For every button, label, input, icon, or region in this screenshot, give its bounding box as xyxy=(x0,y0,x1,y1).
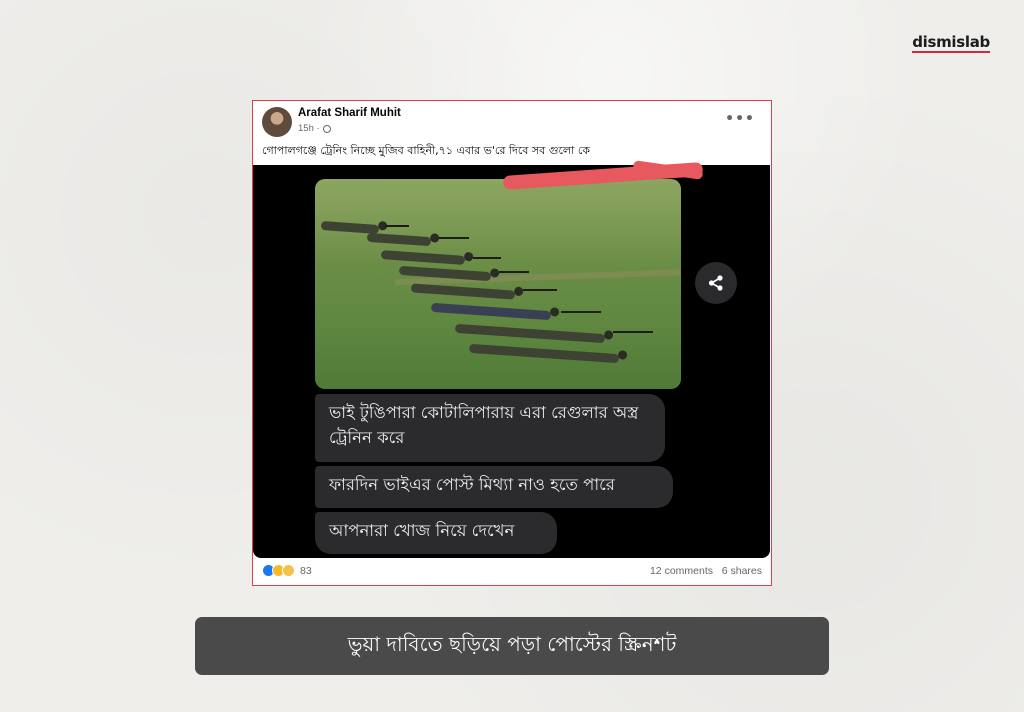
author-name[interactable]: Arafat Sharif Muhit xyxy=(298,107,401,119)
reactions[interactable]: 83 xyxy=(262,564,312,577)
soldier-figure xyxy=(430,302,552,321)
sad-reaction-icon xyxy=(282,564,295,577)
post-caption: গোপালগঞ্জে ট্রেনিং নিচ্ছে মুজিব বাহিনী,৭… xyxy=(262,144,590,157)
facebook-post: Arafat Sharif Muhit 15h · ••• গোপালগঞ্জে… xyxy=(252,100,772,586)
post-media[interactable]: ভাই টুঙিপারা কোটালিপারায় এরা রেগুলার অস… xyxy=(253,160,770,558)
share-icon xyxy=(708,275,723,291)
post-meta: 15h · xyxy=(298,123,331,134)
brand-logo: dismislab xyxy=(912,33,990,53)
caption-banner: ভুয়া দাবিতে ছড়িয়ে পড়া পোস্টের স্ক্রি… xyxy=(195,617,829,675)
reaction-count: 83 xyxy=(300,564,312,577)
chat-message: আপনারা খোজ নিয়ে দেখেন xyxy=(315,512,557,554)
soldier-figure xyxy=(454,323,606,344)
avatar[interactable] xyxy=(262,107,292,137)
comments-count[interactable]: 12 comments xyxy=(650,565,713,577)
training-photo xyxy=(315,179,681,389)
post-footer: 83 12 comments 6 shares xyxy=(253,557,771,585)
shares-count[interactable]: 6 shares xyxy=(722,565,762,577)
globe-icon xyxy=(322,124,331,133)
soldier-figure xyxy=(410,283,516,300)
chat-message: ফারদিন ভাইএর পোস্ট মিথ্যা নাও হতে পারে xyxy=(315,466,673,508)
share-button[interactable] xyxy=(695,262,737,304)
post-header: Arafat Sharif Muhit 15h · ••• গোপালগঞ্জে… xyxy=(253,101,771,161)
chat-message: ভাই টুঙিপারা কোটালিপারায় এরা রেগুলার অস… xyxy=(315,394,665,462)
soldier-figure xyxy=(468,343,620,364)
post-time[interactable]: 15h · xyxy=(298,123,320,134)
more-horizontal-icon[interactable]: ••• xyxy=(725,111,755,127)
